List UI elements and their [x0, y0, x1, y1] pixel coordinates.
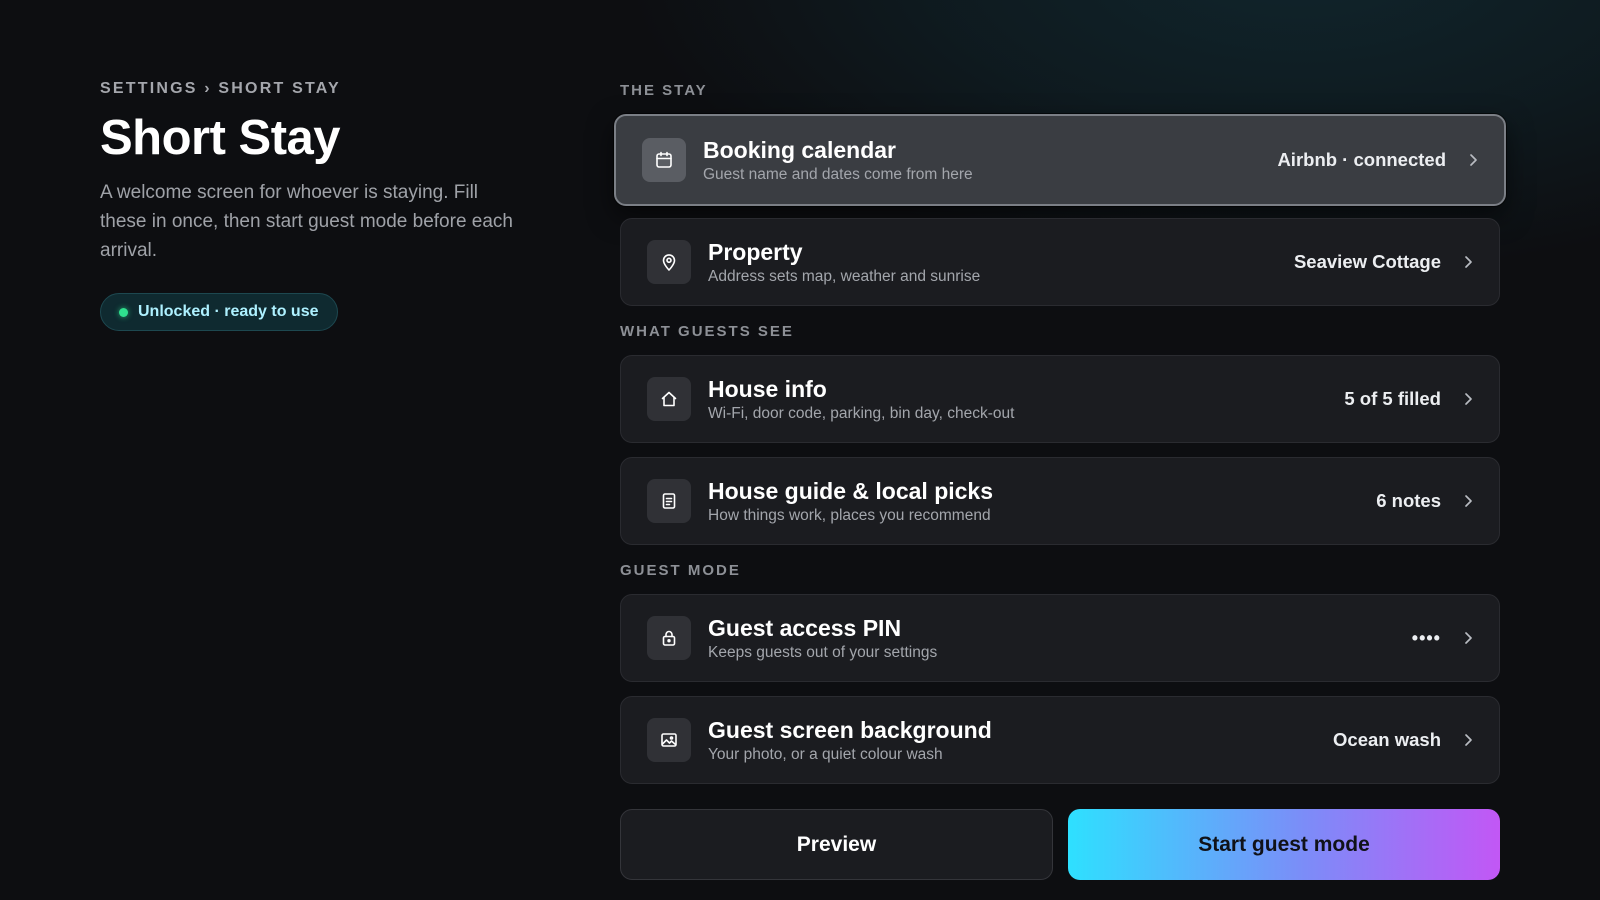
row-title: Guest access PIN: [708, 614, 902, 641]
row-subtitle: Guest name and dates come from here: [703, 165, 973, 183]
row-title: House guide & local picks: [708, 477, 994, 504]
row-subtitle: Address sets map, weather and sunrise: [708, 267, 981, 285]
start-guest-mode-button[interactable]: Start guest mode: [1068, 809, 1500, 880]
row-guest-access-pin[interactable]: Guest access PIN Keeps guests out of you…: [620, 594, 1500, 682]
chevron-right-icon: [1468, 153, 1478, 167]
intro-panel: SETTINGS › SHORT STAY Short Stay A welco…: [100, 78, 530, 331]
page-title: Short Stay: [100, 111, 341, 165]
section-label-guest-mode: GUEST MODE: [620, 562, 741, 579]
row-title: Booking calendar: [703, 136, 896, 163]
row-text: House info Wi-Fi, door code, parking, bi…: [708, 375, 1344, 424]
row-house-info[interactable]: House info Wi-Fi, door code, parking, bi…: [620, 355, 1500, 443]
row-value: 6 notes: [1376, 490, 1441, 511]
chevron-right-icon: [1463, 392, 1473, 406]
section-label-what-guests-see: WHAT GUESTS SEE: [620, 323, 794, 340]
status-label: Unlocked · ready to use: [138, 303, 319, 320]
page-description: A welcome screen for whoever is staying.…: [100, 182, 513, 261]
map-pin-icon: [647, 240, 691, 284]
row-text: Guest screen background Your photo, or a…: [708, 716, 1333, 765]
row-booking-calendar[interactable]: Booking calendar Guest name and dates co…: [614, 114, 1506, 206]
chevron-right-icon: [1463, 631, 1473, 645]
row-subtitle: How things work, places you recommend: [708, 506, 991, 524]
row-value: Ocean wash: [1333, 729, 1441, 750]
preview-button[interactable]: Preview: [620, 809, 1053, 880]
row-house-guide[interactable]: House guide & local picks How things wor…: [620, 457, 1500, 545]
document-icon: [647, 479, 691, 523]
row-guest-screen-background[interactable]: Guest screen background Your photo, or a…: [620, 696, 1500, 784]
row-title: House info: [708, 375, 827, 402]
row-value: Airbnb · connected: [1277, 149, 1446, 170]
chevron-right-icon: [1463, 733, 1473, 747]
home-icon: [647, 377, 691, 421]
row-title: Property: [708, 238, 803, 265]
row-text: Booking calendar Guest name and dates co…: [703, 136, 1277, 185]
row-subtitle: Keeps guests out of your settings: [708, 643, 938, 661]
row-text: Property Address sets map, weather and s…: [708, 238, 1294, 287]
lock-icon: [647, 616, 691, 660]
breadcrumb: SETTINGS › SHORT STAY: [100, 80, 341, 97]
row-subtitle: Your photo, or a quiet colour wash: [708, 745, 943, 763]
row-value: 5 of 5 filled: [1344, 388, 1441, 409]
chevron-right-icon: [1463, 494, 1473, 508]
row-property[interactable]: Property Address sets map, weather and s…: [620, 218, 1500, 306]
status-badge: Unlocked · ready to use: [100, 293, 338, 331]
status-dot-icon: [119, 307, 128, 317]
section-label-the-stay: THE STAY: [620, 82, 708, 99]
row-subtitle: Wi-Fi, door code, parking, bin day, chec…: [708, 404, 1015, 422]
chevron-right-icon: [1463, 255, 1473, 269]
row-text: Guest access PIN Keeps guests out of you…: [708, 614, 1412, 663]
row-title: Guest screen background: [708, 716, 992, 743]
image-icon: [647, 718, 691, 762]
row-value: Seaview Cottage: [1293, 251, 1441, 272]
calendar-icon: [642, 138, 686, 182]
pin-value: ••••: [1411, 627, 1441, 648]
row-text: House guide & local picks How things wor…: [708, 477, 1376, 526]
